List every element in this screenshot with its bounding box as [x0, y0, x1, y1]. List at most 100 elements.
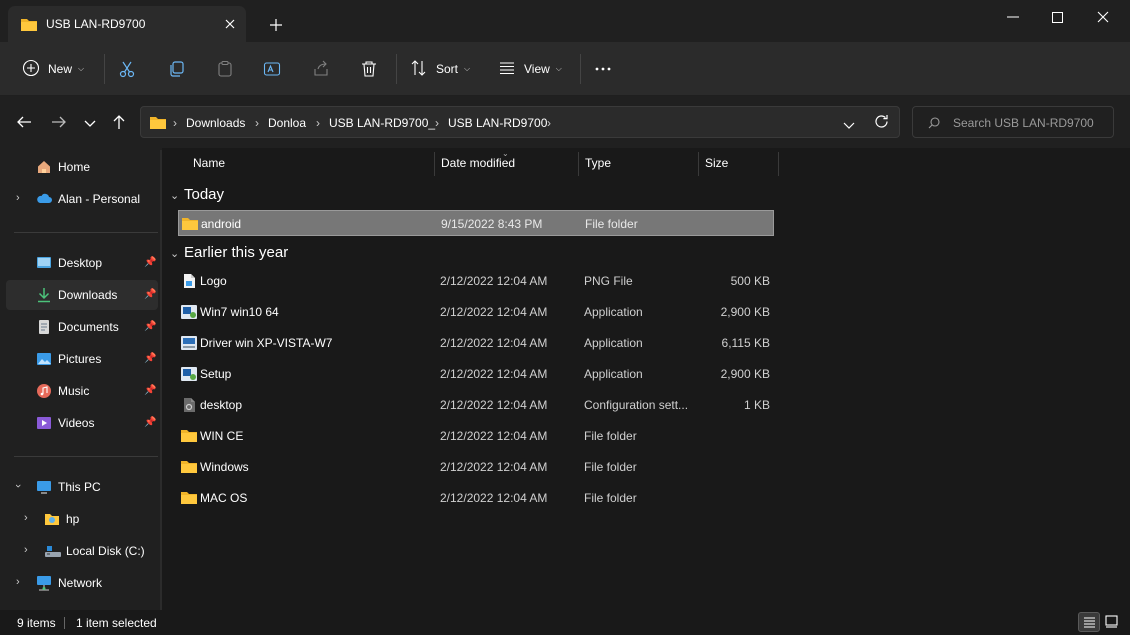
document-icon — [36, 319, 52, 335]
paste-icon[interactable] — [216, 54, 234, 84]
sidebar-item-this-pc[interactable]: › This PC — [6, 472, 158, 502]
refresh-icon[interactable] — [874, 114, 889, 132]
sidebar-item-music[interactable]: Music 📌 — [6, 376, 158, 406]
sidebar-item-documents[interactable]: Documents 📌 — [6, 312, 158, 342]
group-header-today[interactable]: ⌄ Today — [170, 186, 224, 203]
view-button[interactable]: View ⌵ — [498, 54, 566, 84]
tab-usb-lan[interactable]: USB LAN-RD9700 — [8, 6, 246, 42]
folder-icon — [20, 17, 38, 35]
table-row[interactable]: Logo 2/12/2022 12:04 AM PNG File 500 KB — [178, 268, 774, 294]
column-header-size[interactable]: Size — [705, 156, 728, 170]
sidebar-item-local-disk[interactable]: › Local Disk (C:) — [6, 536, 158, 566]
column-divider[interactable] — [778, 152, 779, 176]
file-list: Name ⌄ Date modified Type Size ⌄ Today an… — [166, 148, 1130, 610]
address-history-chevron-icon[interactable] — [843, 119, 855, 133]
sidebar-item-downloads[interactable]: Downloads 📌 — [6, 280, 158, 310]
column-header-date[interactable]: Date modified — [441, 156, 515, 170]
sidebar-item-onedrive[interactable]: › Alan - Personal — [6, 184, 158, 214]
sidebar-item-hp[interactable]: › hp — [6, 504, 158, 534]
navigation-pane: Home › Alan - Personal Desktop 📌 Downloa… — [0, 148, 162, 610]
chevron-right-icon[interactable]: › — [316, 116, 320, 130]
column-header-name[interactable]: Name — [193, 156, 225, 170]
home-icon — [36, 159, 52, 175]
sidebar-item-videos[interactable]: Videos 📌 — [6, 408, 158, 438]
table-row[interactable]: Setup 2/12/2022 12:04 AM Application 2,9… — [178, 361, 774, 387]
table-row[interactable]: Windows 2/12/2022 12:04 AM File folder — [178, 454, 774, 480]
chevron-down-icon[interactable]: › — [12, 484, 24, 488]
table-row[interactable]: android 9/15/2022 8:43 PM File folder — [178, 210, 774, 236]
file-type: Application — [584, 367, 643, 381]
pin-icon[interactable]: 📌 — [144, 321, 156, 333]
details-view-icon — [1083, 616, 1096, 632]
sidebar-item-home[interactable]: Home — [6, 152, 158, 182]
column-divider[interactable] — [698, 152, 699, 176]
file-name: desktop — [200, 398, 243, 412]
new-tab-icon[interactable] — [266, 15, 286, 35]
rename-icon[interactable] — [263, 54, 281, 84]
up-arrow-icon[interactable] — [111, 114, 127, 133]
pin-icon[interactable]: 📌 — [144, 257, 156, 269]
chevron-right-icon[interactable]: › — [16, 192, 20, 204]
search-box[interactable]: Search USB LAN-RD9700 — [912, 106, 1114, 138]
table-row[interactable]: Win7 win10 64 2/12/2022 12:04 AM Applica… — [178, 299, 774, 325]
pin-icon[interactable]: 📌 — [144, 385, 156, 397]
maximize-icon[interactable] — [1034, 6, 1080, 28]
table-row[interactable]: Driver win XP-VISTA-W7 2/12/2022 12:04 A… — [178, 330, 774, 356]
cut-icon[interactable] — [118, 54, 136, 84]
new-button[interactable]: New ⌵ — [22, 54, 90, 84]
tiles-view-button[interactable] — [1101, 612, 1123, 632]
divider — [14, 456, 158, 457]
sidebar-item-pictures[interactable]: Pictures 📌 — [6, 344, 158, 374]
breadcrumb-downloads[interactable]: Downloads — [186, 116, 245, 130]
sort-button[interactable]: Sort ⌵ — [410, 54, 476, 84]
column-divider[interactable] — [434, 152, 435, 176]
pin-icon[interactable]: 📌 — [144, 417, 156, 429]
copy-icon[interactable] — [168, 54, 186, 84]
close-window-icon[interactable] — [1080, 6, 1126, 28]
search-icon — [928, 117, 940, 132]
chevron-right-icon[interactable]: › — [547, 116, 551, 130]
pin-icon[interactable]: 📌 — [144, 353, 156, 365]
file-type: Application — [584, 305, 643, 319]
folder-icon — [180, 459, 198, 475]
column-header-type[interactable]: Type — [585, 156, 611, 170]
group-header-earlier[interactable]: ⌄ Earlier this year — [170, 244, 288, 261]
file-name: WIN CE — [200, 429, 244, 443]
back-arrow-icon[interactable] — [16, 114, 32, 133]
address-bar[interactable]: › Downloads › Donloa › USB LAN-RD9700_ ›… — [140, 106, 900, 138]
group-label: Earlier this year — [184, 244, 289, 261]
table-row[interactable]: MAC OS 2/12/2022 12:04 AM File folder — [178, 485, 774, 511]
more-options-icon[interactable] — [594, 54, 612, 84]
share-icon[interactable] — [312, 54, 330, 84]
chevron-right-icon[interactable]: › — [255, 116, 259, 130]
folder-icon — [180, 428, 198, 444]
pin-icon[interactable]: 📌 — [144, 289, 156, 301]
file-size: 2,900 KB — [720, 367, 770, 381]
divider — [64, 617, 65, 629]
forward-arrow-icon[interactable] — [51, 114, 67, 133]
chevron-right-icon[interactable]: › — [16, 576, 20, 588]
breadcrumb-usb-lan-rd9700-underscore[interactable]: USB LAN-RD9700_ — [329, 116, 435, 130]
chevron-down-icon: ⌵ — [555, 64, 562, 73]
close-tab-icon[interactable] — [220, 14, 240, 34]
file-date: 2/12/2022 12:04 AM — [440, 274, 548, 288]
item-count: 9 items — [17, 616, 56, 630]
table-row[interactable]: desktop 2/12/2022 12:04 AM Configuration… — [178, 392, 774, 418]
recent-locations-chevron-icon[interactable] — [84, 117, 96, 131]
column-divider[interactable] — [578, 152, 579, 176]
chevron-right-icon[interactable]: › — [24, 544, 28, 556]
sidebar-item-desktop[interactable]: Desktop 📌 — [6, 248, 158, 278]
divider — [104, 54, 105, 84]
delete-icon[interactable] — [360, 54, 378, 84]
breadcrumb-usb-lan-rd9700[interactable]: USB LAN-RD9700 — [448, 116, 547, 130]
details-view-button[interactable] — [1078, 612, 1100, 632]
chevron-down-icon: ⌄ — [170, 248, 180, 260]
minimize-icon[interactable] — [990, 6, 1036, 28]
pane-splitter[interactable] — [160, 150, 162, 610]
breadcrumb-donloa[interactable]: Donloa — [268, 116, 306, 130]
chevron-right-icon[interactable]: › — [24, 512, 28, 524]
chevron-right-icon[interactable]: › — [435, 116, 439, 130]
view-label: View — [524, 62, 550, 76]
table-row[interactable]: WIN CE 2/12/2022 12:04 AM File folder — [178, 423, 774, 449]
sidebar-item-network[interactable]: › Network — [6, 568, 158, 598]
